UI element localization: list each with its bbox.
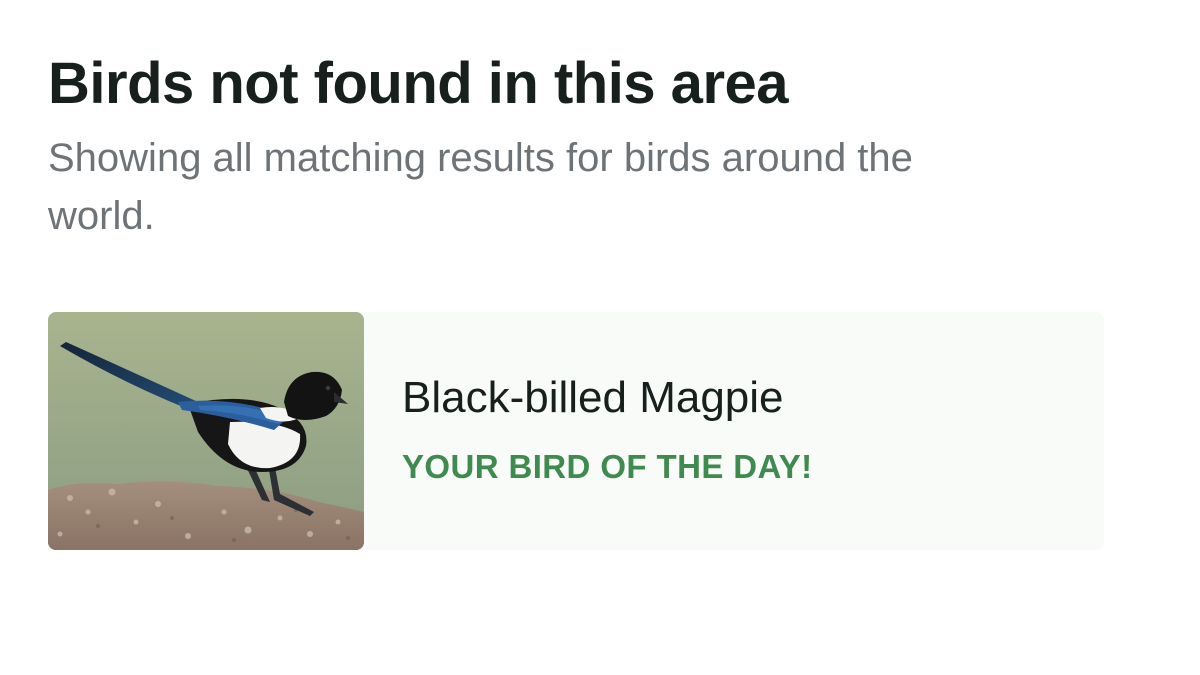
bird-result-card[interactable]: Black-billed Magpie YOUR BIRD OF THE DAY… <box>48 312 1104 550</box>
bird-info: Black-billed Magpie YOUR BIRD OF THE DAY… <box>402 368 813 488</box>
bird-name-link[interactable]: Black-billed Magpie <box>402 368 813 428</box>
bird-photo[interactable] <box>48 312 364 550</box>
page-title: Birds not found in this area <box>48 51 789 116</box>
page: Birds not found in this area Showing all… <box>0 0 1200 675</box>
page-subtitle: Showing all matching results for birds a… <box>48 136 913 238</box>
bird-of-the-day-label: YOUR BIRD OF THE DAY! <box>402 448 813 485</box>
